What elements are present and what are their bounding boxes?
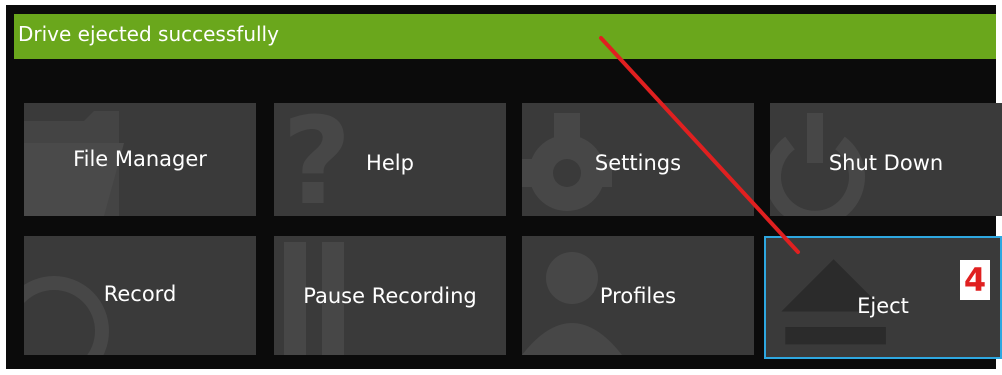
eject-button[interactable]: Eject 4	[764, 236, 1002, 359]
file-manager-label: File Manager	[73, 147, 207, 171]
help-button[interactable]: ? Help	[274, 103, 506, 216]
settings-button[interactable]: Settings	[522, 103, 754, 216]
profiles-label: Profiles	[599, 284, 677, 308]
step-number-badge: 4	[960, 260, 990, 300]
record-button[interactable]: Record	[24, 236, 256, 355]
file-manager-button[interactable]: File Manager	[24, 103, 256, 216]
pause-recording-button[interactable]: Pause Recording	[274, 236, 506, 355]
device-screen: Drive ejected successfully File Manager …	[6, 5, 1002, 369]
settings-label: Settings	[594, 151, 682, 175]
record-label: Record	[103, 282, 177, 306]
status-bar: Drive ejected successfully	[14, 14, 996, 59]
profiles-button[interactable]: Profiles	[522, 236, 754, 355]
pause-recording-label: Pause Recording	[303, 284, 477, 308]
help-label: Help	[366, 151, 414, 175]
shut-down-label: Shut Down	[828, 151, 944, 175]
status-message: Drive ejected successfully	[18, 22, 279, 46]
shut-down-button[interactable]: Shut Down	[770, 103, 1002, 216]
